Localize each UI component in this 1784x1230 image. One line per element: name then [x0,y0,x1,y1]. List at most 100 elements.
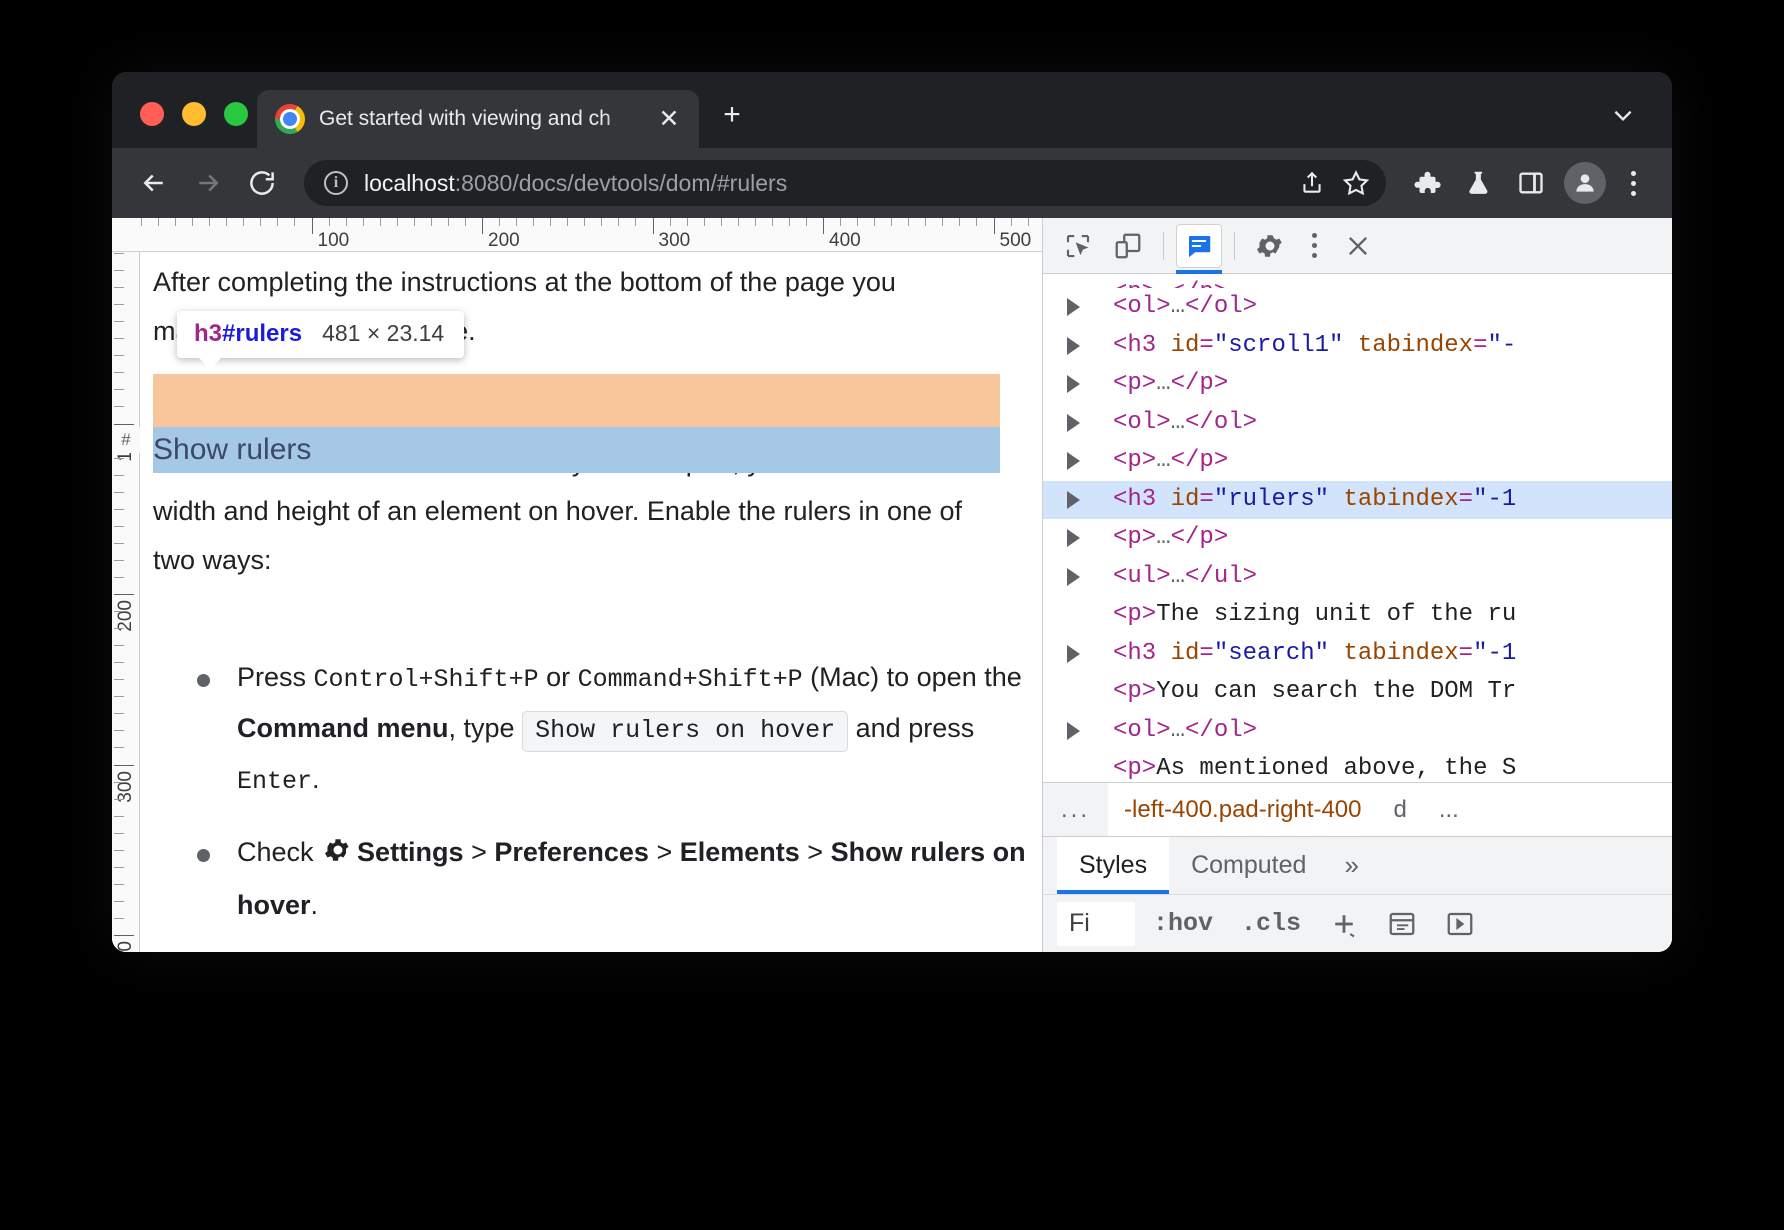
dom-tree-row[interactable]: <ol>…</ol> [1043,404,1672,443]
dom-tree-row[interactable]: <p>…</p> [1043,274,1672,288]
chevron-right-icon[interactable] [1067,568,1080,586]
dom-token: = [1459,640,1473,667]
dom-tree-row[interactable]: <h3 id="scroll1" tabindex="- [1043,327,1672,366]
computed-sidebar-icon[interactable] [1377,901,1427,947]
site-info-icon[interactable]: i [324,171,348,195]
dom-tree-row[interactable]: <ul>…</ul> [1043,558,1672,597]
ruler-tick [114,270,124,271]
dom-token: id [1171,332,1200,359]
close-tab-icon[interactable]: ✕ [655,107,683,132]
tab-computed[interactable]: Computed [1169,837,1328,894]
hov-button[interactable]: :hov [1143,909,1223,938]
maximize-window-button[interactable] [224,102,248,126]
chevron-right-icon[interactable] [1067,645,1080,663]
dom-token: id [1171,486,1200,513]
ruler-tick [114,662,124,663]
toolbar-divider-2 [1234,232,1235,260]
b1-command-chip: Show rulers on hover [522,711,848,752]
breadcrumb-overflow[interactable]: ... [1043,783,1108,836]
dom-tree-row[interactable]: <ol>…</ol> [1043,288,1672,327]
dom-token: <h3 [1113,332,1171,359]
dom-tree-row[interactable]: <p>…</p> [1043,365,1672,404]
breadcrumb-overflow-right[interactable]: ... [1423,796,1475,824]
ruler-tick [653,218,654,234]
breadcrumb[interactable]: ... -left-400.pad-right-400 d ... [1043,782,1672,836]
ruler-tick [1011,218,1012,226]
experiments-flask-icon[interactable] [1456,160,1502,206]
dom-tree-row[interactable]: <p>…</p> [1043,442,1672,481]
ruler-tick [114,611,124,612]
profile-avatar[interactable] [1564,162,1606,204]
chevron-right-icon[interactable] [1067,452,1080,470]
chevron-right-icon[interactable] [1067,529,1080,547]
chevron-right-icon[interactable] [1067,298,1080,316]
breadcrumb-item-next[interactable]: d [1377,796,1422,824]
close-devtools-icon[interactable] [1335,224,1381,268]
breadcrumb-item[interactable]: -left-400.pad-right-400 [1108,796,1377,824]
filter-input[interactable]: Fi [1057,902,1135,946]
dom-tree-row[interactable]: <p>You can search the DOM Tr [1043,673,1672,712]
tooltip-element-id: #rulers [222,320,302,347]
minimize-window-button[interactable] [182,102,206,126]
dom-token: <p> [1113,524,1156,551]
new-style-rule-icon[interactable] [1319,901,1369,947]
dom-token: = [1199,332,1213,359]
tab-search-chevron-down-icon[interactable] [1610,102,1636,134]
ruler-tick [114,799,124,800]
b2-sep1: > [464,837,495,867]
more-options-icon[interactable] [1297,224,1331,268]
toggle-sidebar-icon[interactable] [1435,901,1485,947]
forward-button[interactable] [184,159,232,207]
dom-tree[interactable]: <p>…</p><ol>…</ol><h3 id="scroll1" tabin… [1043,274,1672,782]
dom-token: … [1156,370,1170,397]
device-toolbar-icon[interactable] [1105,224,1151,268]
ruler-tick [114,560,124,561]
address-bar[interactable]: i localhost:8080/docs/devtools/dom/#rule… [304,160,1386,206]
tab-styles[interactable]: Styles [1057,837,1169,894]
ruler-tick [141,218,142,226]
dom-token: id [1171,640,1200,667]
url-path: :8080/docs/devtools/dom/#rulers [455,170,787,196]
chevron-right-icon[interactable] [1067,491,1080,509]
dom-token: </p> [1171,524,1229,551]
dom-tree-row[interactable]: <h3 id="search" tabindex="-1 [1043,635,1672,674]
reload-button[interactable] [238,159,286,207]
dom-tree-row[interactable]: <p>The sizing unit of the ru [1043,596,1672,635]
dom-tree-row-selected[interactable]: <h3 id="rulers" tabindex="-1 [1043,481,1672,520]
issues-panel-icon[interactable] [1176,224,1222,268]
share-icon[interactable] [1290,161,1334,205]
dom-tree-row[interactable]: <p>As mentioned above, the S [1043,750,1672,782]
ruler-tick [329,218,330,226]
browser-tab[interactable]: Get started with viewing and ch ✕ [257,90,699,148]
chrome-menu-icon[interactable] [1616,160,1650,206]
chevron-right-icon[interactable] [1067,414,1080,432]
dom-row-markup: <p>…</p> [1113,274,1228,288]
chevron-right-icon[interactable] [1067,722,1080,740]
ruler-tick [772,218,773,226]
side-panel-icon[interactable] [1508,160,1554,206]
more-tabs-icon[interactable]: » [1328,837,1374,894]
ruler-tick [397,218,398,226]
chevron-right-icon[interactable] [1067,375,1080,393]
chrome-logo-icon [275,104,305,134]
b1-post: . [312,764,320,794]
inspect-element-icon[interactable] [1055,224,1101,268]
bookmark-star-icon[interactable] [1334,161,1378,205]
chevron-right-icon[interactable] [1067,337,1080,355]
ruler-tick [874,218,875,226]
cls-button[interactable]: .cls [1231,909,1311,938]
dom-tree-row[interactable]: <p>…</p> [1043,519,1672,558]
dom-tree-row[interactable]: <ol>…</ol> [1043,712,1672,751]
new-tab-button[interactable]: + [712,96,752,136]
dom-token: <p> [1113,601,1156,628]
dom-row-markup: <ol>…</ol> [1113,712,1257,751]
ruler-tick [114,253,124,254]
styles-pane-tabs: Styles Computed » [1043,836,1672,894]
heading-show-rulers: Show rulers [153,427,1000,473]
close-window-button[interactable] [140,102,164,126]
ruler-tick [277,218,278,226]
extensions-puzzle-icon[interactable] [1404,160,1450,206]
settings-gear-icon[interactable] [1247,224,1293,268]
back-button[interactable] [130,159,178,207]
b2-preferences: Preferences [494,837,649,867]
